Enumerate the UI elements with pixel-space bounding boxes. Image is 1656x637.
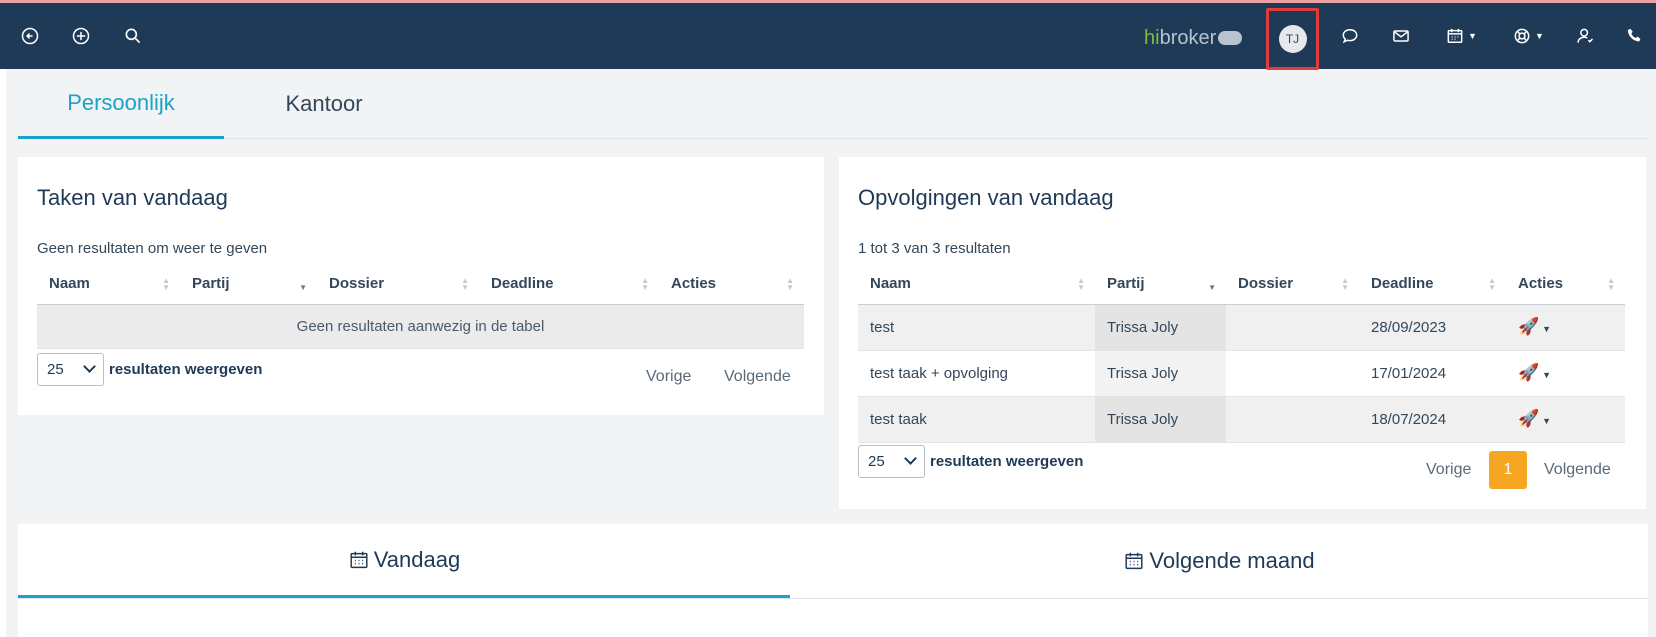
followups-next-button[interactable]: Volgende [1544, 461, 1611, 479]
tasks-page-length-select[interactable]: 25 [37, 353, 104, 386]
empty-message: Geen resultaten aanwezig in de tabel [37, 304, 804, 349]
column-partij[interactable]: Partij ▼ [180, 264, 317, 305]
calendar-card: Vandaag Volgende maand [18, 524, 1648, 637]
tab-vandaag-label: Vandaag [373, 546, 461, 572]
user-avatar[interactable]: TJ [1278, 25, 1307, 53]
chevron-down-icon: ▼ [1468, 31, 1477, 41]
mail-icon[interactable] [1388, 23, 1414, 49]
page-length-label: resultaten weergeven [109, 361, 263, 378]
cell-acties[interactable]: 🚀 ▼ [1506, 350, 1625, 397]
followups-info: 1 tot 3 van 3 resultaten [858, 240, 1011, 257]
support-icon[interactable]: ▼ [1510, 23, 1546, 49]
chevron-down-icon [83, 360, 96, 373]
column-deadline[interactable]: Deadline ▲ ▼ [479, 264, 659, 305]
chevron-down-icon: ▼ [1535, 31, 1544, 41]
cell-acties[interactable]: 🚀 ▼ [1506, 396, 1625, 443]
chevron-down-icon: ▼ [1542, 416, 1552, 426]
tab-persoonlijk[interactable]: Persoonlijk [18, 69, 224, 139]
followups-card: Opvolgingen van vandaag 1 tot 3 van 3 re… [839, 157, 1646, 509]
tasks-next-button[interactable]: Volgende [724, 368, 791, 386]
rocket-icon[interactable]: 🚀 ▼ [1518, 409, 1551, 428]
sort-icon: ▲ ▼ [461, 276, 469, 292]
sort-icon: ▲ ▼ [1607, 276, 1615, 292]
chat-icon[interactable] [1337, 23, 1363, 49]
rocket-icon[interactable]: 🚀 ▼ [1518, 317, 1551, 336]
page-1-button[interactable]: 1 [1489, 451, 1527, 489]
hibroker-logo: hibroker [1144, 27, 1243, 50]
column-dossier[interactable]: Dossier ▲ ▼ [1226, 264, 1359, 305]
highlighted-avatar-frame[interactable]: TJ [1266, 8, 1319, 70]
sort-icon: ▲ ▼ [162, 276, 170, 292]
main-tabs: Persoonlijk Kantoor [18, 69, 1648, 139]
followups-prev-button[interactable]: Vorige [1426, 461, 1471, 479]
back-icon[interactable] [17, 23, 43, 49]
page-length-label: resultaten weergeven [930, 453, 1084, 470]
tab-kantoor[interactable]: Kantoor [224, 69, 424, 139]
divider [18, 598, 1648, 599]
column-deadline[interactable]: Deadline ▲ ▼ [1359, 264, 1506, 305]
cell-acties[interactable]: 🚀 ▼ [1506, 304, 1625, 351]
column-acties[interactable]: Acties ▲ ▼ [1506, 264, 1625, 305]
add-icon[interactable] [68, 23, 94, 49]
cell-partij: Trissa Joly [1095, 304, 1226, 351]
search-icon[interactable] [120, 23, 146, 49]
tab-vandaag[interactable]: Vandaag [18, 524, 790, 598]
followups-table: Naam ▲ ▼ Partij ▼ Dossier ▲ ▼ Deadline ▲ ▼ Act… [858, 264, 1625, 443]
calendar-icon [350, 551, 368, 568]
tab-volgende-maand-label: Volgende maand [1149, 548, 1315, 573]
cell-partij: Trissa Joly [1095, 350, 1226, 397]
cell-naam: test [858, 304, 1095, 351]
tasks-card: Taken van vandaag Geen resultaten om wee… [18, 157, 824, 415]
sort-icon: ▼ [299, 283, 307, 292]
tasks-prev-button[interactable]: Vorige [646, 368, 691, 386]
tasks-table: Naam ▲ ▼ Partij ▼ Dossier ▲ ▼ Deadline ▲ ▼ Act… [37, 264, 804, 349]
cell-dossier [1226, 304, 1359, 351]
sort-icon: ▼ [1208, 283, 1216, 292]
column-acties[interactable]: Acties ▲ ▼ [659, 264, 804, 305]
cell-deadline: 17/01/2024 [1359, 350, 1506, 397]
cell-naam: test taak [858, 396, 1095, 443]
tasks-info: Geen resultaten om weer te geven [37, 240, 268, 257]
chevron-down-icon [904, 452, 917, 465]
sort-icon: ▲ ▼ [1341, 276, 1349, 292]
table-row: test Trissa Joly 28/09/2023 🚀 ▼ [858, 304, 1625, 351]
table-row: test taak Trissa Joly 18/07/2024 🚀 ▼ [858, 396, 1625, 443]
column-naam[interactable]: Naam ▲ ▼ [858, 264, 1095, 305]
table-row: test taak + opvolging Trissa Joly 17/01/… [858, 350, 1625, 397]
calendar-icon[interactable]: ▼ [1443, 23, 1479, 49]
sort-icon: ▲ ▼ [1488, 276, 1496, 292]
chevron-down-icon: ▼ [1542, 370, 1552, 380]
column-dossier[interactable]: Dossier ▲ ▼ [317, 264, 479, 305]
chevron-down-icon: ▼ [1542, 324, 1552, 334]
sort-icon: ▲ ▼ [641, 276, 649, 292]
cell-dossier [1226, 350, 1359, 397]
page-length-value: 25 [868, 453, 885, 470]
top-navigation-bar: hibroker TJ ▼ ▼ [0, 0, 1656, 70]
cell-partij: Trissa Joly [1095, 396, 1226, 443]
tab-volgende-maand[interactable]: Volgende maand [790, 524, 1648, 598]
tasks-title: Taken van vandaag [37, 185, 228, 210]
followups-title: Opvolgingen van vandaag [858, 185, 1114, 210]
cloud-icon [1218, 31, 1243, 45]
column-naam[interactable]: Naam ▲ ▼ [37, 264, 180, 305]
cell-deadline: 28/09/2023 [1359, 304, 1506, 351]
phone-icon[interactable] [1622, 23, 1648, 49]
page-length-value: 25 [47, 361, 64, 378]
column-partij[interactable]: Partij ▼ [1095, 264, 1226, 305]
cell-naam: test taak + opvolging [858, 350, 1095, 397]
calendar-icon [1125, 552, 1143, 570]
cell-dossier [1226, 396, 1359, 443]
contact-icon[interactable] [1572, 23, 1598, 49]
rocket-icon[interactable]: 🚀 ▼ [1518, 363, 1551, 382]
left-edge [0, 69, 6, 637]
sort-icon: ▲ ▼ [786, 276, 794, 292]
sort-icon: ▲ ▼ [1077, 276, 1085, 292]
followups-page-length-select[interactable]: 25 [858, 445, 925, 478]
cell-deadline: 18/07/2024 [1359, 396, 1506, 443]
